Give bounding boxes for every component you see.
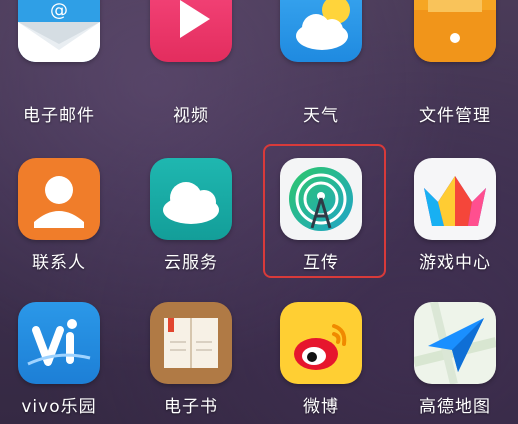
app-label: 电子邮件 [23, 106, 95, 126]
folder-icon[interactable] [414, 0, 496, 62]
app-label: 视频 [173, 106, 209, 126]
svg-text:@: @ [50, 0, 68, 21]
app-label: 高德地图 [419, 397, 491, 417]
app-label: 云服务 [164, 253, 218, 273]
app-label: 游戏中心 [419, 253, 491, 273]
amap-icon[interactable] [414, 302, 496, 384]
selected-app-highlight [263, 144, 386, 278]
app-cloud-service[interactable]: 云服务 [130, 140, 260, 280]
app-game-center[interactable]: 游戏中心 [388, 140, 518, 280]
weibo-icon[interactable] [280, 302, 362, 384]
cloud-icon[interactable] [150, 158, 232, 240]
app-file-manager[interactable]: 文件管理 [388, 0, 518, 140]
app-vivo-park[interactable]: vivo乐园 [0, 290, 130, 424]
app-label: 联系人 [32, 253, 86, 273]
app-label: 天气 [303, 106, 339, 126]
app-weather[interactable]: 天气 [260, 0, 390, 140]
contacts-icon[interactable] [18, 158, 100, 240]
weather-icon[interactable] [280, 0, 362, 62]
app-contacts[interactable]: 联系人 [0, 140, 130, 280]
app-email[interactable]: @ 电子邮件 [0, 0, 130, 140]
app-label: 微博 [303, 397, 339, 417]
vivo-park-icon[interactable] [18, 302, 100, 384]
app-ebook[interactable]: 电子书 [130, 290, 260, 424]
ebook-icon[interactable] [150, 302, 232, 384]
app-label: 文件管理 [419, 106, 491, 126]
app-video[interactable]: 视频 [130, 0, 260, 140]
app-label: 电子书 [164, 397, 218, 417]
email-icon[interactable]: @ [18, 0, 100, 62]
app-amap[interactable]: 高德地图 [388, 290, 518, 424]
app-label: vivo乐园 [21, 397, 97, 417]
app-weibo[interactable]: 微博 [260, 290, 390, 424]
video-play-icon[interactable] [150, 0, 232, 62]
game-crown-icon[interactable] [414, 158, 496, 240]
